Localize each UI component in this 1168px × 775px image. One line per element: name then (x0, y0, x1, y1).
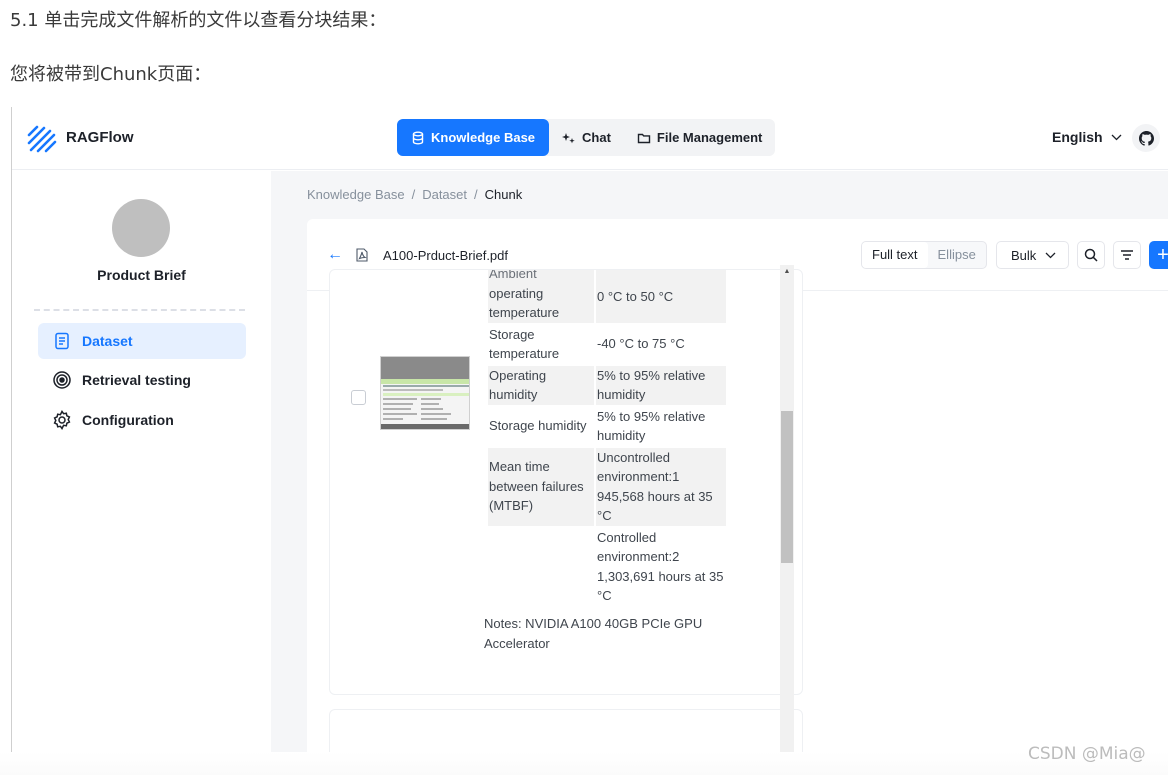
sidebar-item-label: Dataset (82, 333, 133, 349)
sidebar-item-dataset[interactable]: Dataset (38, 323, 246, 359)
spec-key: Storage humidity (489, 418, 587, 434)
spec-key: Mean time between failures (MTBF) (488, 447, 594, 526)
brand-name: RAGFlow (66, 129, 134, 146)
search-icon (1084, 248, 1098, 262)
sidebar-divider (34, 309, 245, 311)
database-icon (412, 131, 424, 145)
page-preview-graphic (381, 357, 469, 429)
sidebar-item-label: Configuration (82, 412, 174, 428)
nav-file-management-label: File Management (656, 130, 763, 145)
language-selector[interactable]: English (1052, 129, 1122, 145)
sidebar-item-configuration[interactable]: Configuration (38, 402, 246, 438)
spec-value: 5% to 95% relative humidity (596, 365, 726, 405)
scroll-up-arrow-icon[interactable]: ▲ (780, 265, 794, 279)
doc-instruction-2: 您将被带到Chunk页面： (10, 64, 212, 85)
view-ellipse[interactable]: Ellipse (928, 242, 986, 268)
breadcrumb-knowledge-base[interactable]: Knowledge Base (307, 187, 405, 202)
back-arrow-icon[interactable]: ← (327, 246, 343, 264)
spec-value: Controlled environment:2 1,303,691 hours… (597, 529, 724, 604)
ragflow-logo-icon[interactable] (26, 123, 58, 155)
breadcrumb: Knowledge Base / Dataset / Chunk (307, 187, 522, 202)
kb-avatar (112, 199, 170, 257)
search-button[interactable] (1077, 241, 1105, 269)
table-row: Storage temperature -40 °C to 75 °C (488, 325, 726, 364)
spec-key: Storage temperature (489, 326, 560, 362)
chevron-down-icon (1045, 252, 1056, 258)
kb-name: Product Brief (97, 267, 186, 283)
chunk-card[interactable] (329, 709, 803, 755)
nav-file-management[interactable]: File Management (624, 119, 775, 156)
nav-knowledge-base[interactable]: Knowledge Base (397, 119, 550, 156)
spec-value: Uncontrolled environment:1 945,568 hours… (596, 447, 726, 526)
github-icon (1138, 130, 1154, 146)
breadcrumb-dataset[interactable]: Dataset (422, 187, 467, 202)
add-chunk-button[interactable]: + (1149, 241, 1168, 269)
partial-label: Ambient (489, 269, 537, 281)
breadcrumb-separator: / (474, 187, 478, 202)
chunk-card[interactable]: Ambient operating temperature 0 °C to 50 … (329, 269, 803, 695)
bulk-dropdown[interactable]: Bulk (996, 241, 1069, 269)
chunk-notes: Notes: NVIDIA A100 40GB PCIe GPU Acceler… (484, 616, 703, 651)
file-name: A100-Prduct-Brief.pdf (383, 248, 509, 263)
watermark: CSDN @Mia@ (1028, 744, 1146, 764)
main-content: Knowledge Base / Dataset / Chunk ← A100-… (271, 171, 1168, 755)
chat-icon (562, 132, 575, 143)
ragflow-app-window: RAGFlow Knowledge Base Chat File Managem… (11, 107, 1168, 755)
view-full-text[interactable]: Full text (862, 242, 928, 268)
spec-key (488, 527, 594, 606)
github-button[interactable] (1132, 124, 1160, 152)
doc-instruction-1: 5.1 单击完成文件解析的文件以查看分块结果： (10, 10, 387, 31)
table-cell: Ambient operating temperature (488, 270, 594, 323)
pdf-file-icon (356, 248, 368, 262)
bulk-label: Bulk (1011, 247, 1037, 263)
sidebar-item-retrieval-testing[interactable]: Retrieval testing (38, 362, 246, 398)
sidebar-item-label: Retrieval testing (82, 372, 191, 388)
spec-value: 5% to 95% relative humidity (597, 408, 706, 444)
folder-icon (637, 133, 651, 143)
chunk-checkbox[interactable] (351, 390, 366, 405)
breadcrumb-separator: / (411, 187, 416, 202)
language-label: English (1052, 129, 1103, 145)
spec-key: operating temperature (489, 285, 560, 321)
bottom-fade (0, 752, 1168, 775)
gear-icon (53, 410, 71, 430)
spec-key: Operating humidity (488, 365, 594, 405)
top-header: RAGFlow Knowledge Base Chat File Managem… (12, 107, 1168, 170)
spec-value: -40 °C to 75 °C (597, 336, 685, 352)
main-nav: Knowledge Base Chat File Management (397, 119, 776, 156)
table-row: Ambient operating temperature 0 °C to 50 … (488, 270, 726, 323)
document-icon (55, 332, 69, 350)
nav-knowledge-base-label: Knowledge Base (431, 130, 536, 145)
filter-button[interactable] (1113, 241, 1141, 269)
chevron-down-icon (1111, 134, 1122, 140)
scrollbar-thumb[interactable] (781, 411, 793, 563)
table-row: Operating humidity 5% to 95% relative hu… (488, 365, 726, 405)
table-row: Storage humidity 5% to 95% relative humi… (488, 407, 726, 446)
chunk-thumbnail-image[interactable] (380, 356, 470, 430)
view-mode-toggle: Full text Ellipse (861, 241, 987, 269)
filter-icon (1121, 250, 1133, 260)
chunk-spec-table: Ambient operating temperature 0 °C to 50 … (486, 270, 728, 608)
chunk-panel: ← A100-Prduct-Brief.pdf Full text Ellips… (307, 219, 1168, 755)
kb-sidebar: Product Brief Dataset Retrieval testing … (12, 171, 271, 755)
breadcrumb-chunk: Chunk (484, 187, 523, 202)
spec-value: 0 °C to 50 °C (596, 270, 726, 323)
table-row: Mean time between failures (MTBF) Uncont… (488, 447, 726, 526)
nav-chat-label: Chat (582, 130, 611, 145)
table-row: Controlled environment:2 1,303,691 hours… (488, 527, 726, 606)
nav-chat[interactable]: Chat (549, 119, 624, 156)
target-icon (53, 371, 71, 389)
